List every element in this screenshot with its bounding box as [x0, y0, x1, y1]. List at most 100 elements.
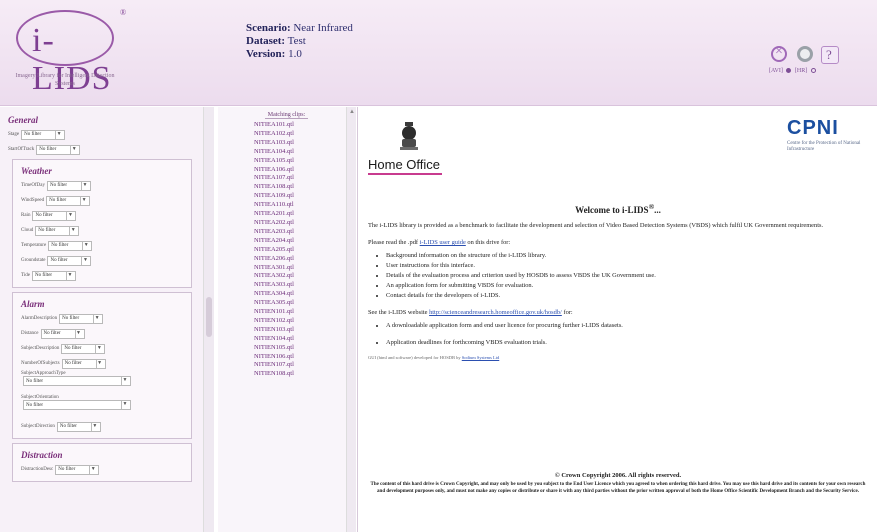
filter-select[interactable]: No filter ▼	[56, 421, 101, 432]
clip-item[interactable]: NITIEA102.qtl	[254, 130, 355, 139]
filter-row: Rain No filter ▼	[21, 208, 185, 223]
scroll-up-icon[interactable]: ▲	[349, 109, 355, 115]
alarm-direction-filter: SubjectDirection No filter ▼	[21, 419, 185, 434]
clip-item[interactable]: NITIEA206.qtl	[254, 255, 355, 264]
clip-item[interactable]: NITIEN107.qtl	[254, 361, 355, 370]
clip-item[interactable]: NITIEA301.qtl	[254, 264, 355, 273]
filter-label: NumberOfSubjects	[21, 361, 60, 366]
filter-panel-scrollbar[interactable]	[203, 107, 214, 532]
filter-select[interactable]: No filter ▼	[32, 270, 76, 281]
clips-scrollbar[interactable]: ▲	[346, 107, 356, 532]
clip-item[interactable]: NITIEA106.qtl	[254, 166, 355, 175]
clip-item[interactable]: NITIEA108.qtl	[254, 183, 355, 192]
clips-title: Matching clips:	[218, 112, 355, 119]
chevron-down-icon[interactable]: ▼	[89, 465, 96, 474]
clip-item[interactable]: NITIEA205.qtl	[254, 246, 355, 255]
filter-select[interactable]: No filter ▼	[21, 129, 66, 140]
filter-select[interactable]: No filter ▼	[35, 225, 80, 236]
clip-item[interactable]: NITIEA202.qtl	[254, 219, 355, 228]
filter-select[interactable]: No filter ▼	[32, 210, 77, 221]
clip-item[interactable]: NITIEA305.qtl	[254, 299, 355, 308]
filter-label: SubjectDirection	[21, 424, 55, 429]
chevron-down-icon[interactable]: ▼	[69, 226, 76, 235]
filter-select[interactable]: No filter ▼	[46, 180, 91, 191]
clip-item[interactable]: NITIEN108.qtl	[254, 370, 355, 379]
clip-item[interactable]: NITIEA304.qtl	[254, 290, 355, 299]
dataset-label: Dataset:	[246, 35, 286, 47]
format-radio-hr[interactable]	[810, 68, 816, 74]
filter-select[interactable]: No filter ▼	[48, 240, 93, 251]
chevron-down-icon[interactable]: ▼	[95, 344, 102, 353]
chevron-down-icon[interactable]: ▼	[70, 145, 77, 154]
chevron-down-icon[interactable]: ▼	[66, 271, 73, 280]
chevron-down-icon[interactable]: ▼	[90, 422, 98, 431]
filter-select[interactable]: No filter ▼	[61, 343, 106, 354]
filter-select[interactable]: No filter ▼	[55, 464, 100, 475]
filter-label: Temperature	[21, 243, 47, 248]
scenario-label: Scenario:	[246, 22, 291, 34]
clip-item[interactable]: NITIEN105.qtl	[254, 344, 355, 353]
filter-select[interactable]: No filter ▼	[23, 376, 131, 386]
filter-row: Cloud No filter ▼	[21, 223, 185, 238]
clip-item[interactable]: NITIEA105.qtl	[254, 157, 355, 166]
filter-select[interactable]: No filter ▼	[47, 255, 92, 266]
clip-item[interactable]: NITIEN101.qtl	[254, 308, 355, 317]
clip-item[interactable]: NITIEA103.qtl	[254, 139, 355, 148]
clip-item[interactable]: NITIEA303.qtl	[254, 281, 355, 290]
chevron-down-icon[interactable]: ▼	[95, 359, 103, 368]
format-radio-avi[interactable]	[786, 68, 792, 74]
filter-row: SubjectDescription No filter ▼	[21, 341, 185, 356]
settings-icon[interactable]	[797, 46, 813, 62]
chevron-down-icon[interactable]: ▼	[74, 329, 82, 338]
developer-link[interactable]: Sodium Systems Ltd	[462, 355, 500, 360]
filter-select[interactable]: No filter ▼	[23, 400, 131, 410]
filter-row: AlarmDescription No filter ▼	[21, 311, 185, 326]
clip-item[interactable]: NITIEA107.qtl	[254, 174, 355, 183]
help-icon[interactable]	[821, 46, 839, 64]
legal-text: The content of this hard drive is Crown …	[370, 482, 866, 494]
alarm-group: Alarm AlarmDescription No filter ▼ Distance…	[12, 292, 192, 439]
clip-item[interactable]: NITIEN102.qtl	[254, 317, 355, 326]
filter-select[interactable]: No filter ▼	[36, 144, 81, 155]
clip-item[interactable]: NITIEA110.qtl	[254, 201, 355, 210]
website-paragraph: See the i-LIDS website http://scienceand…	[368, 309, 573, 316]
clip-item[interactable]: NITIEA104.qtl	[254, 148, 355, 157]
clip-item[interactable]: NITIEA109.qtl	[254, 192, 355, 201]
chevron-down-icon[interactable]: ▼	[82, 241, 89, 250]
chevron-down-icon[interactable]: ▼	[93, 314, 100, 323]
clip-item[interactable]: NITIEA101.qtl	[254, 121, 355, 130]
filter-select[interactable]: No filter ▼	[46, 195, 91, 206]
clip-item[interactable]: NITIEA204.qtl	[254, 237, 355, 246]
format-option-hr[interactable]: [HR]	[795, 68, 807, 74]
user-guide-link[interactable]: i-LIDS user guide	[420, 239, 466, 246]
scenario-info: Scenario: Near Infrared Dataset: Test Ve…	[246, 22, 353, 61]
filter-select[interactable]: No filter ▼	[40, 328, 85, 339]
filter-select[interactable]: No filter ▼	[61, 358, 106, 369]
clip-item[interactable]: NITIEN106.qtl	[254, 353, 355, 362]
filter-select[interactable]: No filter ▼	[59, 313, 104, 324]
website-link[interactable]: http://scienceandresearch.homeoffice.gov…	[429, 309, 562, 316]
chevron-down-icon[interactable]: ▼	[80, 181, 88, 190]
clip-item[interactable]: NITIEN104.qtl	[254, 335, 355, 344]
chevron-down-icon[interactable]: ▼	[81, 256, 88, 265]
list-item: An application form for submitting VBDS …	[386, 281, 868, 290]
clip-item[interactable]: NITIEA203.qtl	[254, 228, 355, 237]
chevron-down-icon[interactable]: ▼	[66, 211, 73, 220]
general-filters: Stage No filter ▼ StartOfTrack No filter ▼	[8, 127, 192, 157]
filter-select-value: No filter	[39, 147, 57, 152]
clip-item[interactable]: NITIEA302.qtl	[254, 272, 355, 281]
chevron-down-icon[interactable]: ▼	[121, 377, 128, 385]
weather-filters: TimeOfDay No filter ▼ WindSpeed No filter ▼ Ra…	[21, 178, 185, 283]
app-header: i-LIDS ® Imagery Library for Intelligent…	[0, 0, 877, 106]
filter-select-value: No filter	[49, 198, 67, 203]
chevron-down-icon[interactable]: ▼	[80, 196, 87, 205]
scrollbar-thumb[interactable]	[206, 297, 212, 337]
format-option-avi[interactable]: [AVI]	[769, 68, 783, 74]
close-icon[interactable]	[771, 44, 787, 62]
filter-select-value: No filter	[43, 331, 61, 336]
clip-item[interactable]: NITIEN103.qtl	[254, 326, 355, 335]
chevron-down-icon[interactable]: ▼	[121, 401, 128, 409]
chevron-down-icon[interactable]: ▼	[55, 130, 62, 139]
clip-item[interactable]: NITIEA201.qtl	[254, 210, 355, 219]
filter-row: NumberOfSubjects No filter ▼	[21, 356, 185, 371]
